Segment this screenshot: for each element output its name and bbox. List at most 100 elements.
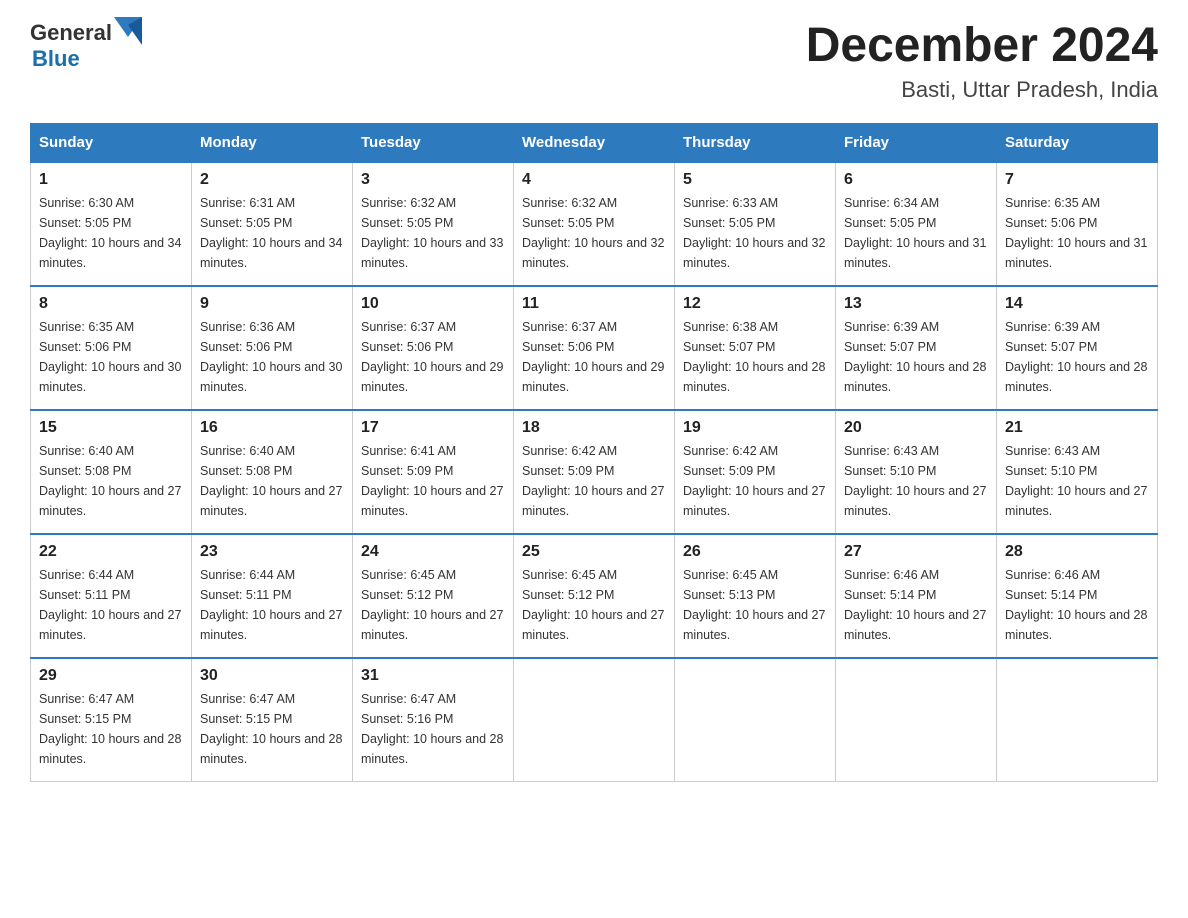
day-number: 17	[361, 419, 505, 437]
calendar-cell: 23 Sunrise: 6:44 AMSunset: 5:11 PMDayligh…	[192, 534, 353, 658]
day-info: Sunrise: 6:40 AMSunset: 5:08 PMDaylight:…	[39, 441, 183, 521]
calendar-cell: 19 Sunrise: 6:42 AMSunset: 5:09 PMDayligh…	[675, 410, 836, 534]
day-number: 5	[683, 171, 827, 189]
day-info: Sunrise: 6:34 AMSunset: 5:05 PMDaylight:…	[844, 193, 988, 273]
day-number: 10	[361, 295, 505, 313]
day-info: Sunrise: 6:46 AMSunset: 5:14 PMDaylight:…	[1005, 565, 1149, 645]
day-number: 15	[39, 419, 183, 437]
calendar-cell	[997, 658, 1158, 782]
weekday-header-friday: Friday	[836, 123, 997, 162]
day-info: Sunrise: 6:38 AMSunset: 5:07 PMDaylight:…	[683, 317, 827, 397]
day-info: Sunrise: 6:31 AMSunset: 5:05 PMDaylight:…	[200, 193, 344, 273]
day-info: Sunrise: 6:43 AMSunset: 5:10 PMDaylight:…	[844, 441, 988, 521]
day-info: Sunrise: 6:46 AMSunset: 5:14 PMDaylight:…	[844, 565, 988, 645]
day-info: Sunrise: 6:44 AMSunset: 5:11 PMDaylight:…	[39, 565, 183, 645]
weekday-header-saturday: Saturday	[997, 123, 1158, 162]
calendar-body: 1Sunrise: 6:30 AMSunset: 5:05 PMDaylight…	[31, 162, 1158, 782]
day-number: 30	[200, 667, 344, 685]
calendar-cell: 27 Sunrise: 6:46 AMSunset: 5:14 PMDayligh…	[836, 534, 997, 658]
calendar-cell: 28 Sunrise: 6:46 AMSunset: 5:14 PMDayligh…	[997, 534, 1158, 658]
calendar-cell	[836, 658, 997, 782]
calendar-cell: 31 Sunrise: 6:47 AMSunset: 5:16 PMDayligh…	[353, 658, 514, 782]
day-number: 28	[1005, 543, 1149, 561]
day-info: Sunrise: 6:36 AMSunset: 5:06 PMDaylight:…	[200, 317, 344, 397]
day-info: Sunrise: 6:35 AMSunset: 5:06 PMDaylight:…	[1005, 193, 1149, 273]
calendar-cell: 21Sunrise: 6:43 AMSunset: 5:10 PMDayligh…	[997, 410, 1158, 534]
calendar-cell: 7 Sunrise: 6:35 AMSunset: 5:06 PMDaylight…	[997, 162, 1158, 286]
calendar-cell: 16Sunrise: 6:40 AMSunset: 5:08 PMDayligh…	[192, 410, 353, 534]
calendar-week-4: 22 Sunrise: 6:44 AMSunset: 5:11 PMDayligh…	[31, 534, 1158, 658]
day-info: Sunrise: 6:45 AMSunset: 5:12 PMDaylight:…	[361, 565, 505, 645]
day-info: Sunrise: 6:37 AMSunset: 5:06 PMDaylight:…	[361, 317, 505, 397]
calendar-header: SundayMondayTuesdayWednesdayThursdayFrid…	[31, 123, 1158, 162]
weekday-header-tuesday: Tuesday	[353, 123, 514, 162]
calendar-cell: 14Sunrise: 6:39 AMSunset: 5:07 PMDayligh…	[997, 286, 1158, 410]
day-number: 21	[1005, 419, 1149, 437]
day-number: 20	[844, 419, 988, 437]
day-number: 22	[39, 543, 183, 561]
weekday-header-thursday: Thursday	[675, 123, 836, 162]
calendar-cell: 13Sunrise: 6:39 AMSunset: 5:07 PMDayligh…	[836, 286, 997, 410]
calendar-cell: 8Sunrise: 6:35 AMSunset: 5:06 PMDaylight…	[31, 286, 192, 410]
day-info: Sunrise: 6:47 AMSunset: 5:16 PMDaylight:…	[361, 689, 505, 769]
day-number: 25	[522, 543, 666, 561]
day-info: Sunrise: 6:45 AMSunset: 5:12 PMDaylight:…	[522, 565, 666, 645]
day-info: Sunrise: 6:33 AMSunset: 5:05 PMDaylight:…	[683, 193, 827, 273]
calendar-cell: 10 Sunrise: 6:37 AMSunset: 5:06 PMDayligh…	[353, 286, 514, 410]
day-info: Sunrise: 6:47 AMSunset: 5:15 PMDaylight:…	[39, 689, 183, 769]
day-info: Sunrise: 6:42 AMSunset: 5:09 PMDaylight:…	[522, 441, 666, 521]
day-number: 1	[39, 171, 183, 189]
day-info: Sunrise: 6:42 AMSunset: 5:09 PMDaylight:…	[683, 441, 827, 521]
calendar-week-3: 15 Sunrise: 6:40 AMSunset: 5:08 PMDayligh…	[31, 410, 1158, 534]
calendar-cell	[514, 658, 675, 782]
day-number: 26	[683, 543, 827, 561]
calendar-week-5: 29 Sunrise: 6:47 AMSunset: 5:15 PMDayligh…	[31, 658, 1158, 782]
day-number: 3	[361, 171, 505, 189]
calendar-cell: 29 Sunrise: 6:47 AMSunset: 5:15 PMDayligh…	[31, 658, 192, 782]
weekday-header-wednesday: Wednesday	[514, 123, 675, 162]
calendar-cell: 6 Sunrise: 6:34 AMSunset: 5:05 PMDaylight…	[836, 162, 997, 286]
day-number: 11	[522, 295, 666, 313]
day-info: Sunrise: 6:37 AMSunset: 5:06 PMDaylight:…	[522, 317, 666, 397]
day-info: Sunrise: 6:44 AMSunset: 5:11 PMDaylight:…	[200, 565, 344, 645]
calendar-cell: 4Sunrise: 6:32 AMSunset: 5:05 PMDaylight…	[514, 162, 675, 286]
calendar-cell: 24 Sunrise: 6:45 AMSunset: 5:12 PMDayligh…	[353, 534, 514, 658]
day-number: 2	[200, 171, 344, 189]
calendar-cell: 25 Sunrise: 6:45 AMSunset: 5:12 PMDayligh…	[514, 534, 675, 658]
calendar-cell: 30Sunrise: 6:47 AMSunset: 5:15 PMDayligh…	[192, 658, 353, 782]
day-info: Sunrise: 6:45 AMSunset: 5:13 PMDaylight:…	[683, 565, 827, 645]
logo-text-blue: Blue	[32, 46, 80, 72]
weekday-header-monday: Monday	[192, 123, 353, 162]
day-number: 29	[39, 667, 183, 685]
day-number: 19	[683, 419, 827, 437]
logo-icon	[114, 17, 142, 45]
day-info: Sunrise: 6:40 AMSunset: 5:08 PMDaylight:…	[200, 441, 344, 521]
calendar-cell: 17Sunrise: 6:41 AMSunset: 5:09 PMDayligh…	[353, 410, 514, 534]
day-number: 31	[361, 667, 505, 685]
day-info: Sunrise: 6:39 AMSunset: 5:07 PMDaylight:…	[1005, 317, 1149, 397]
day-info: Sunrise: 6:32 AMSunset: 5:05 PMDaylight:…	[361, 193, 505, 273]
calendar-table: SundayMondayTuesdayWednesdayThursdayFrid…	[30, 123, 1158, 782]
day-number: 6	[844, 171, 988, 189]
calendar-cell: 12 Sunrise: 6:38 AMSunset: 5:07 PMDayligh…	[675, 286, 836, 410]
calendar-cell: 3 Sunrise: 6:32 AMSunset: 5:05 PMDaylight…	[353, 162, 514, 286]
day-number: 23	[200, 543, 344, 561]
calendar-week-1: 1Sunrise: 6:30 AMSunset: 5:05 PMDaylight…	[31, 162, 1158, 286]
calendar-cell: 18Sunrise: 6:42 AMSunset: 5:09 PMDayligh…	[514, 410, 675, 534]
calendar-week-2: 8Sunrise: 6:35 AMSunset: 5:06 PMDaylight…	[31, 286, 1158, 410]
page-header: General Blue December 2024 Basti, Uttar …	[30, 20, 1158, 103]
weekday-header-sunday: Sunday	[31, 123, 192, 162]
calendar-cell: 5 Sunrise: 6:33 AMSunset: 5:05 PMDaylight…	[675, 162, 836, 286]
calendar-cell	[675, 658, 836, 782]
day-info: Sunrise: 6:32 AMSunset: 5:05 PMDaylight:…	[522, 193, 666, 273]
day-number: 7	[1005, 171, 1149, 189]
calendar-cell: 9Sunrise: 6:36 AMSunset: 5:06 PMDaylight…	[192, 286, 353, 410]
page-title: December 2024	[806, 20, 1158, 73]
day-number: 27	[844, 543, 988, 561]
day-number: 12	[683, 295, 827, 313]
day-info: Sunrise: 6:39 AMSunset: 5:07 PMDaylight:…	[844, 317, 988, 397]
calendar-cell: 26 Sunrise: 6:45 AMSunset: 5:13 PMDayligh…	[675, 534, 836, 658]
logo-text-general: General	[30, 20, 112, 46]
day-number: 24	[361, 543, 505, 561]
day-number: 8	[39, 295, 183, 313]
